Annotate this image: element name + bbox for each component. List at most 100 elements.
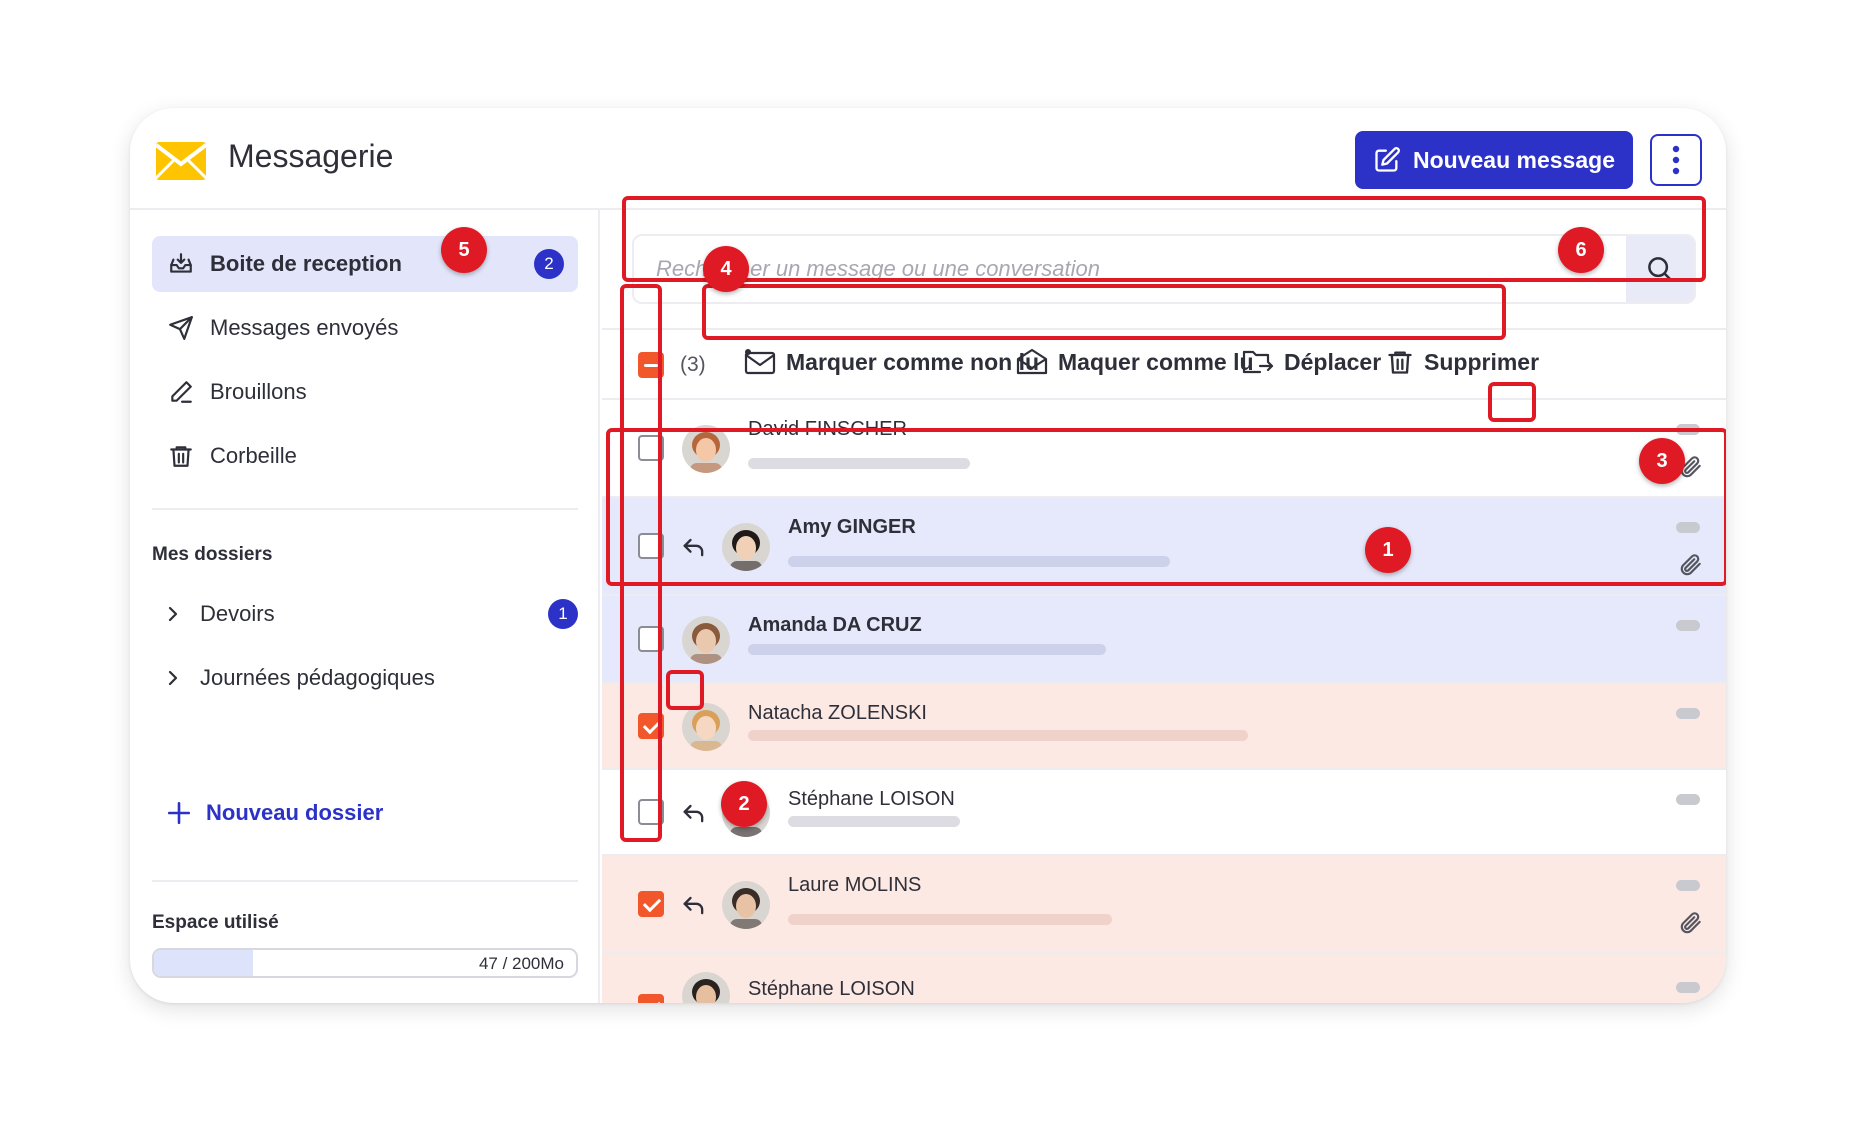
trash-icon [166,441,196,471]
avatar-image [722,523,770,571]
storage-usage-bar: 47 / 200Mo [152,948,578,978]
attachment-icon[interactable] [1678,910,1704,936]
message-row[interactable]: Amanda DA CRUZ [602,596,1726,684]
delete-label: Supprimer [1424,348,1540,375]
mark-unread-label: Marquer comme non lu [786,348,1040,375]
mark-read-button[interactable]: Maquer comme lu [1016,348,1254,376]
folder-item-journees-pedagogiques[interactable]: Journées pédagogiques [166,654,578,702]
chevron-right-icon [166,668,188,688]
move-label: Déplacer [1284,348,1382,375]
messaging-app: Messagerie Nouveau message Boite de rece… [130,108,1726,1003]
folder-item-devoirs[interactable]: Devoirs 1 [166,590,578,638]
avatar [682,972,730,1003]
folder-count-badge: 1 [548,599,578,629]
avatar [682,425,730,473]
message-list: David FINSCHER Amy GINGER Amanda DA CRUZ Na… [602,400,1726,1003]
app-title: Messagerie [228,138,394,174]
sender-name: Stéphane LOISON [788,788,955,810]
mail-logo-icon [156,142,206,180]
mark-unread-button[interactable]: Marquer comme non lu [744,348,1039,376]
avatar [722,881,770,929]
message-preview-placeholder [748,458,970,469]
message-preview-placeholder [788,914,1112,925]
mail-unread-icon [744,349,776,375]
row-checkbox[interactable] [638,891,664,917]
date-placeholder [1676,522,1700,533]
new-message-button[interactable]: Nouveau message [1355,131,1633,189]
kebab-menu-icon [1672,145,1680,175]
message-list-panel: (3) Marquer comme non lu Maquer comme lu [602,196,1726,1003]
select-all-checkbox[interactable] [638,352,664,378]
annotation-marker-6: 6 [1558,227,1604,273]
message-preview-placeholder [748,730,1248,741]
plus-icon [167,801,191,825]
avatar-image [722,881,770,929]
pencil-icon [166,377,196,407]
row-checkbox[interactable] [638,626,664,652]
new-folder-button[interactable]: Nouveau dossier [166,800,383,826]
delete-button[interactable]: Supprimer [1386,348,1539,376]
sidebar-item-label: Messages envoyés [210,315,399,340]
reply-icon [683,804,704,823]
avatar [682,616,730,664]
sidebar-item-inbox[interactable]: Boite de reception 2 [152,236,578,292]
date-placeholder [1676,982,1700,993]
reply-icon [683,538,704,557]
avatar-image [682,425,730,473]
sender-name: Natacha ZOLENSKI [748,702,927,724]
message-row[interactable]: Stéphane LOISON [602,954,1726,1003]
attachment-icon[interactable] [1678,552,1704,578]
date-placeholder [1676,708,1700,719]
avatar-image [682,616,730,664]
date-placeholder [1676,424,1700,435]
avatar-image [682,703,730,751]
date-placeholder [1676,620,1700,631]
search-bar [632,234,1696,304]
move-button[interactable]: Déplacer [1242,348,1381,376]
sender-name: David FINSCHER [748,418,907,440]
search-button[interactable] [1626,236,1694,302]
mail-open-icon [1016,348,1048,375]
reply-icon [683,896,704,915]
selected-count: (3) [680,353,706,376]
new-folder-label: Nouveau dossier [206,800,384,825]
row-checkbox[interactable] [638,994,664,1003]
sidebar-item-label: Brouillons [210,379,307,404]
folder-move-icon [1242,350,1274,374]
annotation-marker-5: 5 [441,227,487,273]
bulk-action-toolbar: (3) Marquer comme non lu Maquer comme lu [602,328,1726,400]
search-input[interactable] [634,236,1630,302]
more-options-button[interactable] [1650,134,1702,186]
sidebar-divider [152,508,578,510]
sidebar-item-label: Boite de reception [210,251,402,276]
message-preview-placeholder [748,644,1106,655]
folders-section-title: Mes dossiers [152,544,273,565]
sidebar-item-trash[interactable]: Corbeille [152,428,578,484]
annotation-marker-2: 2 [721,781,767,827]
folder-label: Devoirs [200,601,275,626]
stage: Messagerie Nouveau message Boite de rece… [0,0,1856,1124]
search-icon [1648,257,1673,282]
storage-usage-text: 47 / 200Mo [478,954,564,973]
row-checkbox[interactable] [638,713,664,739]
sender-name: Amy GINGER [788,516,916,538]
sidebar-divider [152,880,578,882]
storage-usage-fill [154,950,254,976]
message-row[interactable]: Laure MOLINS [602,856,1726,954]
row-checkbox[interactable] [638,799,664,825]
row-checkbox[interactable] [638,533,664,559]
message-preview-placeholder [788,556,1170,567]
sidebar: Boite de reception 2 Messages envoyés Br… [130,210,600,1003]
row-checkbox[interactable] [638,435,664,461]
message-row[interactable]: David FINSCHER [602,400,1726,498]
message-row[interactable]: Amy GINGER [602,498,1726,596]
annotation-marker-3: 3 [1639,438,1685,484]
message-row[interactable]: Natacha ZOLENSKI [602,684,1726,770]
message-row[interactable]: Stéphane LOISON [602,770,1726,856]
send-icon [166,313,196,343]
sidebar-item-drafts[interactable]: Brouillons [152,364,578,420]
sender-name: Stéphane LOISON [748,978,915,1000]
avatar [722,523,770,571]
inbox-icon [166,249,196,279]
sidebar-item-sent[interactable]: Messages envoyés [152,300,578,356]
